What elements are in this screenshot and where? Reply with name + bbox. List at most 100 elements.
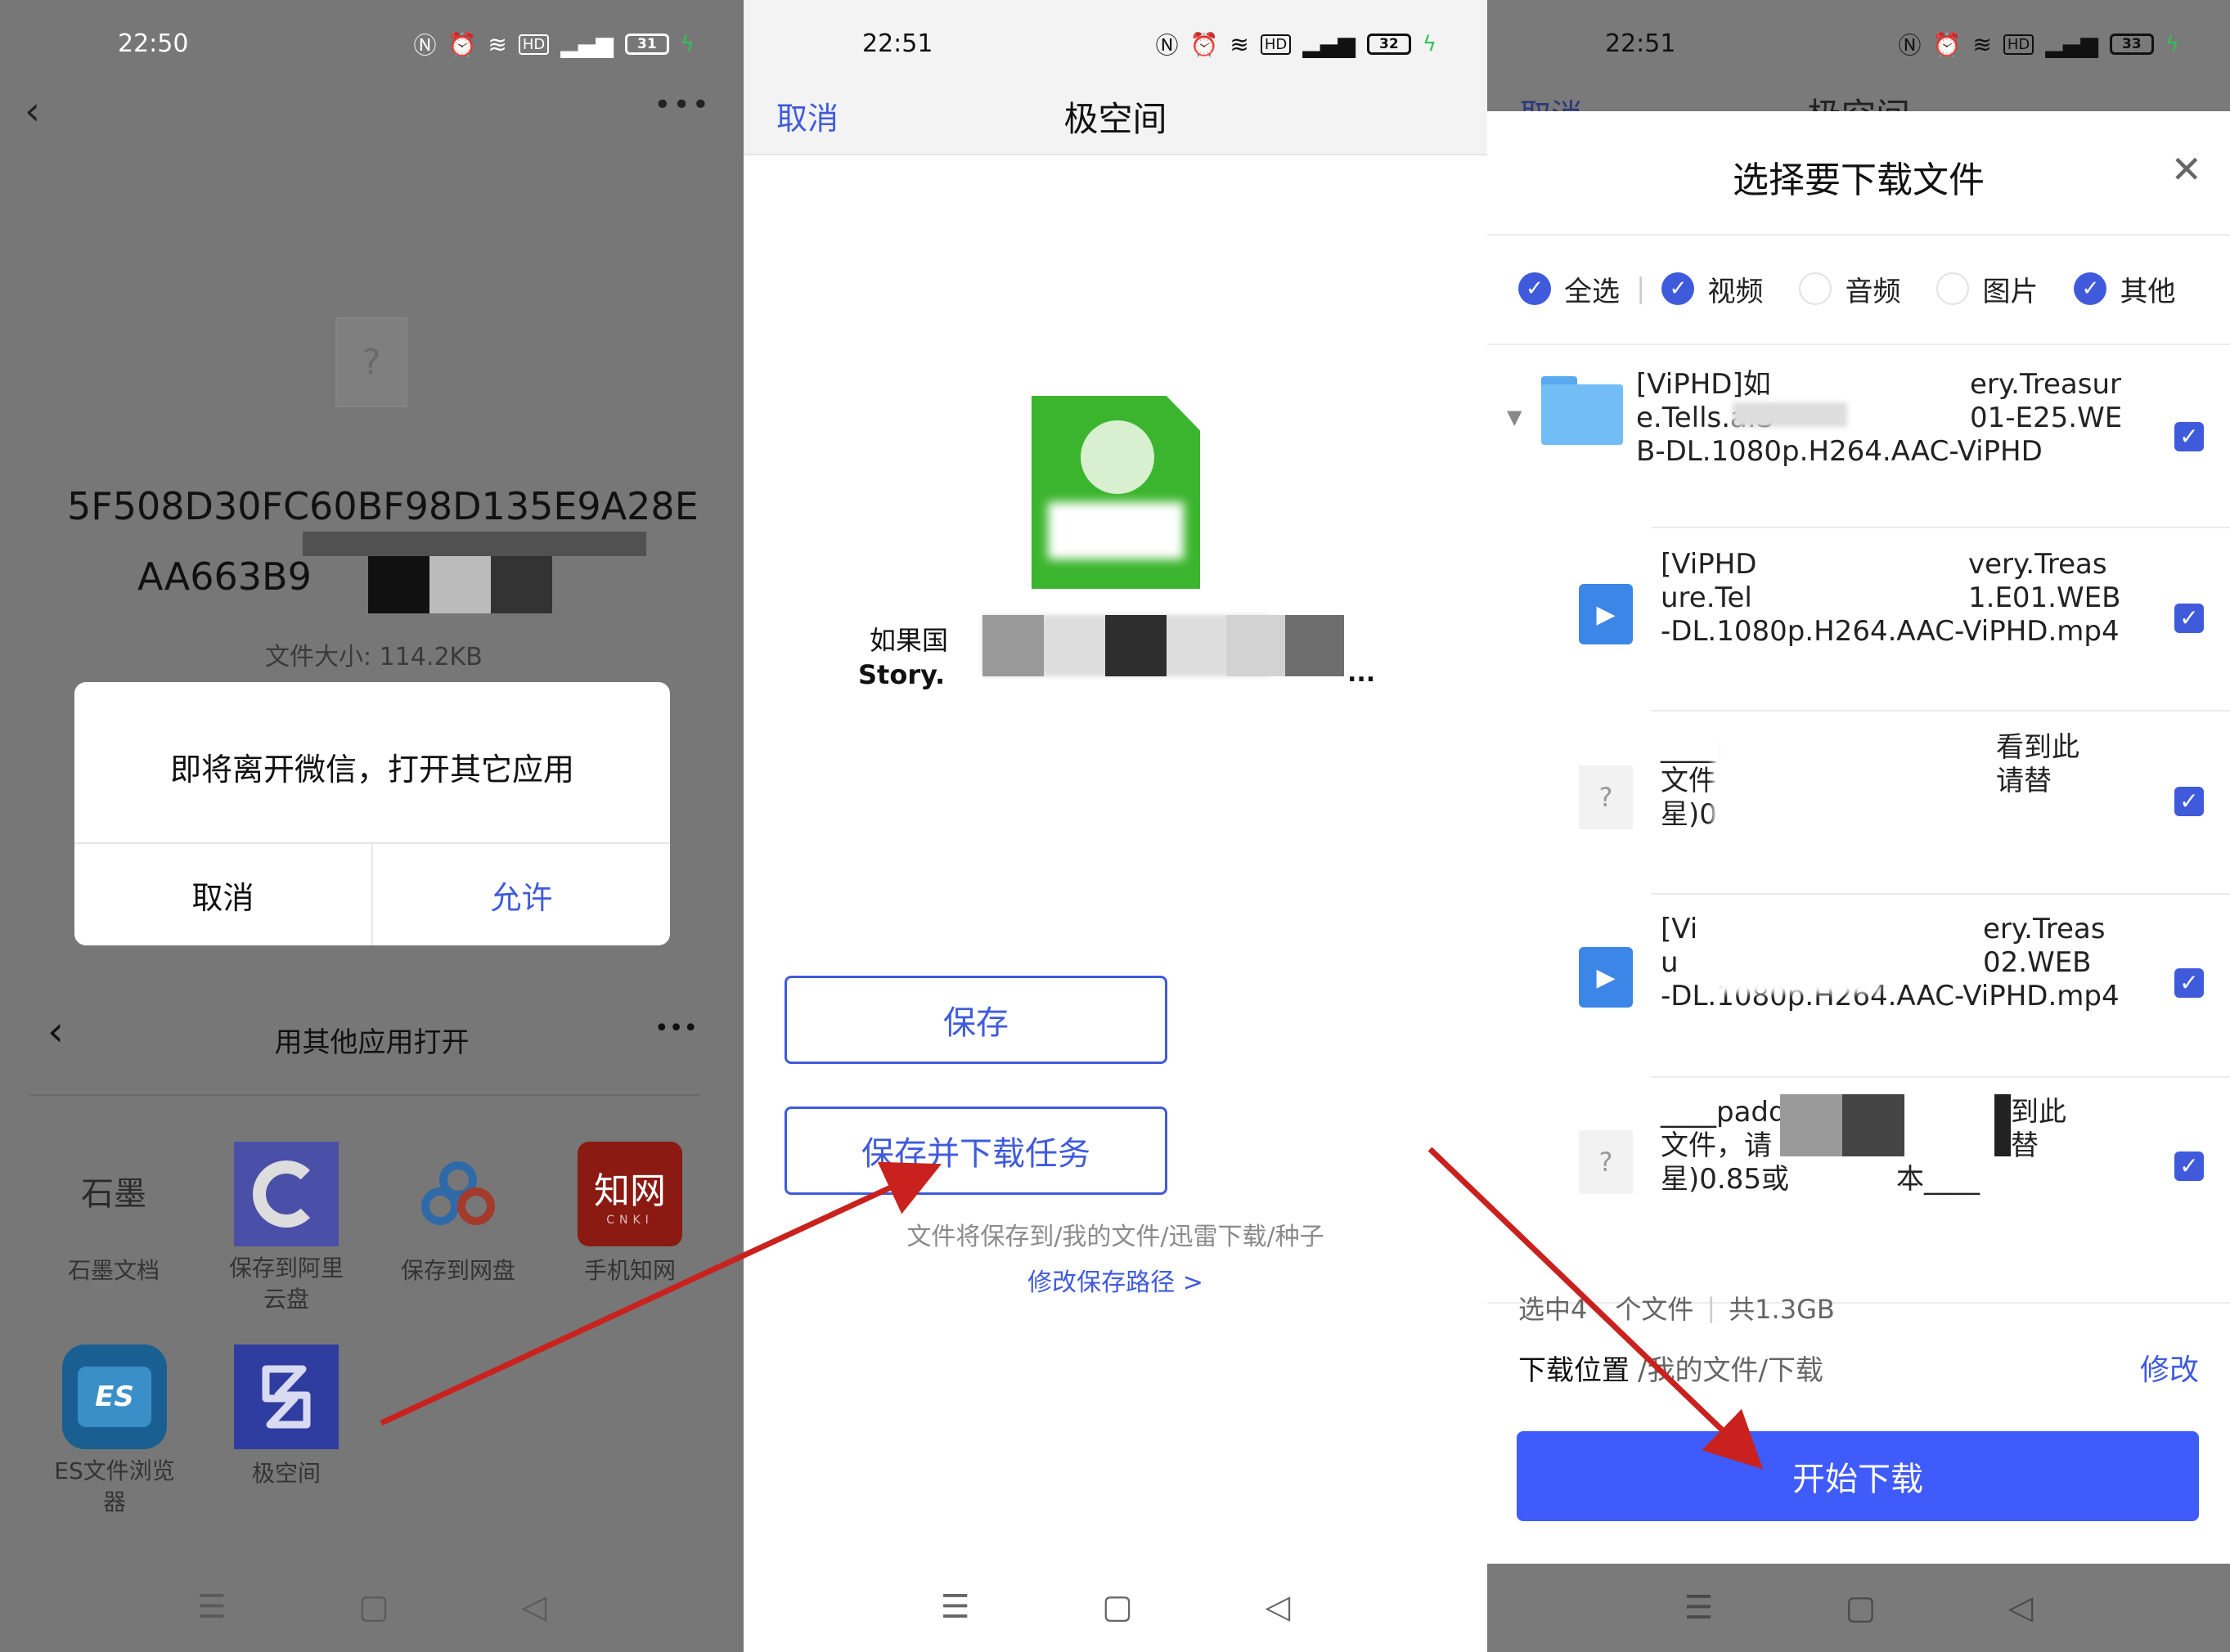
menu-nav-icon[interactable]: ☰ <box>941 1588 970 1626</box>
behind-title: 极空间 <box>1487 88 2230 111</box>
more-icon[interactable]: ••• <box>654 88 711 122</box>
save-path-note: 文件将保存到/我的文件/迅雷下载/种子 <box>906 1223 1324 1251</box>
status-time: 22:51 <box>862 29 933 58</box>
home-nav-icon[interactable]: ▢ <box>358 1588 389 1626</box>
hd-icon: HD <box>1260 34 1292 55</box>
file-checkbox[interactable]: ✓ <box>2174 968 2204 998</box>
divider: | <box>1706 1292 1716 1323</box>
redaction-block <box>429 556 491 613</box>
save-and-download-button[interactable]: 保存并下载任务 <box>785 1107 1167 1195</box>
filter-audio[interactable]: 音频 <box>1799 269 1900 309</box>
app-baidu-netdisk[interactable]: 保存到网盘 <box>393 1142 524 1305</box>
app-aliyun-drive[interactable]: 保存到阿里云盘 <box>221 1142 352 1322</box>
unchecked-icon <box>1799 272 1832 305</box>
redaction-block <box>1713 728 1991 851</box>
nfc-icon: Ⓝ <box>1155 32 1179 59</box>
collapse-arrow-icon[interactable]: ▼ <box>1507 406 1522 429</box>
menu-nav-icon[interactable]: ☰ <box>1684 1589 1714 1627</box>
dialog-cancel-button[interactable]: 取消 <box>74 844 371 945</box>
leave-wechat-dialog: 即将离开微信，打开其它应用 取消 允许 <box>74 682 670 945</box>
battery-icon: 31 <box>624 34 669 55</box>
torrent-file-icon <box>1032 396 1200 589</box>
sheet-title: 选择要下载文件 <box>1733 159 1985 201</box>
status-icons: Ⓝ ⏰ ≋ HD ▂▄▆ 33 ϟ <box>1898 28 2179 61</box>
checkmark-icon: ✓ <box>2074 272 2107 305</box>
status-icons: Ⓝ ⏰ ≋ HD ▂▄▆ 31 ϟ <box>413 28 695 61</box>
system-nav-bar: ☰ ▢ ◁ <box>0 1562 744 1652</box>
filter-other[interactable]: ✓ 其他 <box>2074 269 2175 309</box>
alarm-icon: ⏰ <box>1932 30 1962 58</box>
redaction-block <box>1226 615 1285 676</box>
behind-header: 取消 极空间 <box>1487 82 2230 111</box>
signal-icon: ▂▄▆ <box>560 30 614 58</box>
home-nav-icon[interactable]: ▢ <box>1102 1588 1133 1626</box>
list-item-video[interactable]: ▶ [ViPHD ure.Tel -DL.1080p.H264.AAC-ViPH… <box>1487 528 2230 710</box>
status-time: 22:51 <box>1605 29 1676 58</box>
file-checkbox[interactable]: ✓ <box>2174 422 2204 451</box>
file-name-ellipsis: ... <box>1347 659 1376 688</box>
back-icon[interactable]: ‹ <box>25 88 40 134</box>
unknown-file-icon: ? <box>1579 1130 1633 1194</box>
divider <box>29 1094 699 1096</box>
app-label: 保存到网盘 <box>400 1257 515 1284</box>
signal-icon: ▂▄▆ <box>1302 30 1356 58</box>
filter-select-all[interactable]: ✓ 全选 <box>1518 269 1620 309</box>
modify-location-link[interactable]: 修改 <box>2140 1346 2199 1389</box>
baidu-netdisk-icon <box>406 1142 510 1246</box>
save-button[interactable]: 保存 <box>785 976 1167 1064</box>
total-size: 共1.3GB <box>1729 1294 1835 1325</box>
file-checkbox[interactable]: ✓ <box>2174 604 2204 633</box>
es-explorer-icon: ES <box>62 1344 167 1449</box>
sheet-more-icon[interactable]: ••• <box>654 1014 698 1043</box>
filter-image[interactable]: 图片 <box>1936 269 2038 309</box>
back-nav-icon[interactable]: ◁ <box>521 1588 546 1626</box>
app-label: ES文件浏览器 <box>54 1457 175 1515</box>
app-label: 石墨文档 <box>67 1257 160 1284</box>
file-checkbox[interactable]: ✓ <box>2174 1151 2204 1181</box>
battery-icon: 33 <box>2109 34 2154 55</box>
list-item-file[interactable]: ? ____padd 文件 星)0.8 看到此 请替 本____ ✓ <box>1487 712 2230 893</box>
filter-video[interactable]: ✓ 视频 <box>1661 269 1763 309</box>
close-icon[interactable]: ✕ <box>2170 147 2202 191</box>
app-label: 保存到阿里云盘 <box>228 1255 344 1313</box>
redaction-block <box>982 615 1044 676</box>
back-nav-icon[interactable]: ◁ <box>1265 1588 1290 1626</box>
page-title: 极空间 <box>1063 99 1167 139</box>
dialog-allow-button[interactable]: 允许 <box>373 844 670 945</box>
list-item-file[interactable]: ? ____padd 文件，请 星)0.85或 到此 替 本____ ✓ <box>1487 1078 2230 1259</box>
wifi-icon: ≋ <box>488 30 507 58</box>
redaction-block <box>491 556 552 613</box>
app-cnki[interactable]: 知网 CNKI 手机知网 <box>564 1142 695 1305</box>
filter-row: ✓ 全选 | ✓ 视频 音频 图片 ✓ 其他 <box>1518 260 2214 317</box>
checkmark-icon: ✓ <box>1661 272 1695 305</box>
app-zspace[interactable]: 极空间 <box>221 1344 352 1508</box>
unchecked-icon <box>1936 272 1970 305</box>
nfc-icon: Ⓝ <box>1898 32 1922 59</box>
download-location-label: 下载位置 <box>1518 1354 1630 1387</box>
list-item-folder[interactable]: ▼ [ViPHD]如 e.Tells.a.S B-DL.1080p.H264.A… <box>1487 345 2230 527</box>
hd-icon: HD <box>518 34 550 55</box>
wifi-icon: ≋ <box>1230 30 1249 58</box>
redaction-block <box>1780 1094 1842 1156</box>
signal-icon: ▂▄▆ <box>2045 30 2098 58</box>
file-list: ▼ [ViPHD]如 e.Tells.a.S B-DL.1080p.H264.A… <box>1487 345 2230 1346</box>
menu-nav-icon[interactable]: ☰ <box>197 1588 227 1626</box>
alarm-icon: ⏰ <box>1189 30 1219 58</box>
list-item-video[interactable]: ▶ [Vi u -DL.1080p.H264.AAC-ViPHD.mp4 ery… <box>1487 895 2230 1076</box>
home-nav-icon[interactable]: ▢ <box>1846 1589 1877 1627</box>
app-es-explorer[interactable]: ES ES文件浏览器 <box>49 1344 180 1524</box>
video-file-icon: ▶ <box>1579 584 1633 644</box>
aliyun-drive-icon <box>234 1142 339 1246</box>
back-nav-icon[interactable]: ◁ <box>2008 1589 2034 1627</box>
redaction-block <box>1842 1094 1904 1156</box>
checkmark-icon: ✓ <box>1518 272 1551 305</box>
header: 取消 极空间 <box>744 82 1487 155</box>
file-hash-title: 5F508D30FC60BF98D135E9A28E <box>67 484 699 528</box>
dialog-message: 即将离开微信，打开其它应用 <box>169 752 574 788</box>
change-path-link[interactable]: 修改保存路径 > <box>744 1262 1487 1298</box>
file-checkbox[interactable]: ✓ <box>2174 787 2204 816</box>
app-shimo[interactable]: 石墨 石墨文档 <box>52 1142 175 1305</box>
selection-summary: 选中4 个文件 | 共1.3GB <box>1518 1289 1835 1327</box>
start-download-button[interactable]: 开始下载 <box>1517 1431 2199 1521</box>
cnki-icon: 知网 CNKI <box>578 1142 682 1246</box>
